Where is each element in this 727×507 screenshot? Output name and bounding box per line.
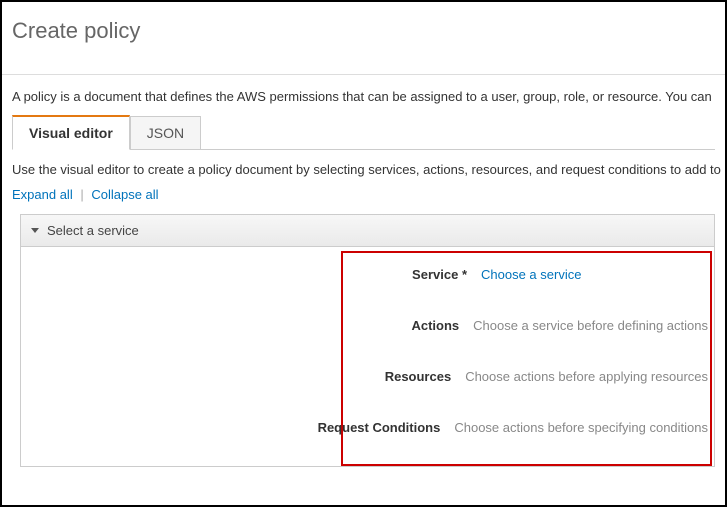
collapse-all-link[interactable]: Collapse all bbox=[91, 187, 158, 202]
value-actions: Choose a service before defining actions bbox=[473, 318, 708, 333]
page-title: Create policy bbox=[12, 14, 715, 74]
label-resources: Resources bbox=[21, 369, 465, 384]
row-actions: Actions Choose a service before defining… bbox=[21, 318, 708, 333]
sub-intro-text: Use the visual editor to create a policy… bbox=[12, 162, 715, 177]
link-divider: | bbox=[80, 187, 83, 202]
row-service: Service * Choose a service bbox=[21, 267, 708, 282]
divider-line bbox=[2, 74, 725, 75]
accordion-title: Select a service bbox=[47, 223, 139, 238]
value-conditions: Choose actions before specifying conditi… bbox=[454, 420, 708, 435]
intro-text: A policy is a document that defines the … bbox=[12, 89, 715, 104]
tab-json[interactable]: JSON bbox=[130, 116, 201, 150]
choose-service-link[interactable]: Choose a service bbox=[481, 267, 708, 282]
tab-visual-editor[interactable]: Visual editor bbox=[12, 115, 130, 150]
label-service: Service * bbox=[21, 267, 481, 282]
accordion-body: Service * Choose a service Actions Choos… bbox=[20, 247, 715, 467]
expand-collapse-row: Expand all | Collapse all bbox=[12, 187, 715, 202]
accordion-select-service[interactable]: Select a service bbox=[20, 214, 715, 247]
row-conditions: Request Conditions Choose actions before… bbox=[21, 420, 708, 435]
caret-down-icon bbox=[31, 228, 39, 233]
label-conditions: Request Conditions bbox=[21, 420, 454, 435]
expand-all-link[interactable]: Expand all bbox=[12, 187, 73, 202]
label-actions: Actions bbox=[21, 318, 473, 333]
row-resources: Resources Choose actions before applying… bbox=[21, 369, 708, 384]
value-resources: Choose actions before applying resources bbox=[465, 369, 708, 384]
tabs-bar: Visual editor JSON bbox=[12, 114, 715, 150]
